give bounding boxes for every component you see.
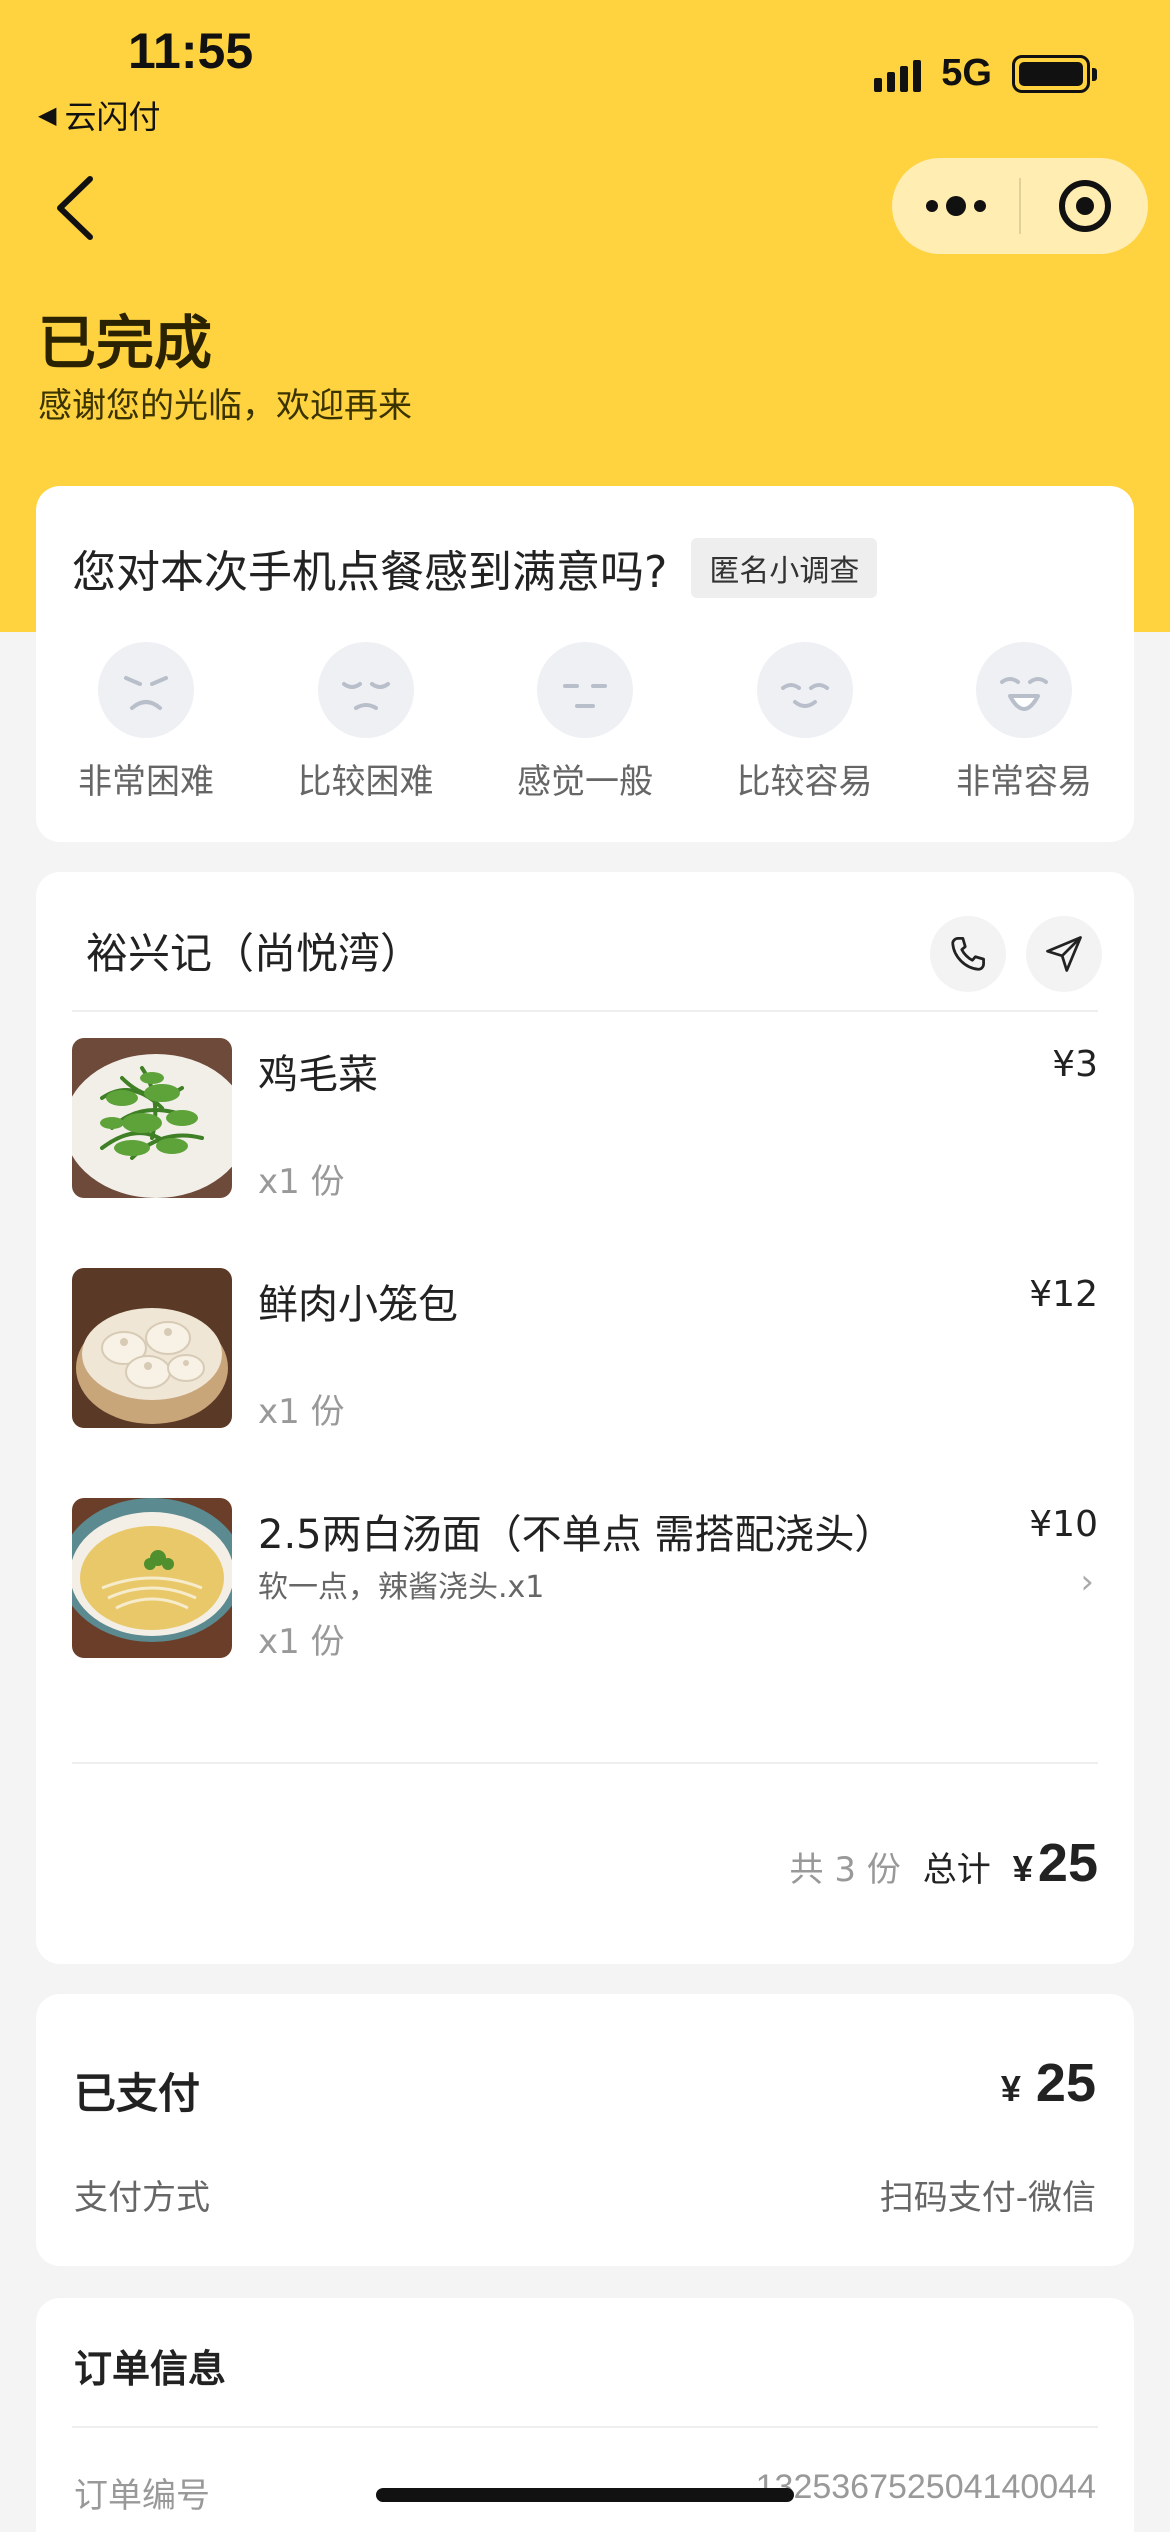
hard-face-icon [317, 642, 414, 738]
back-to-app-link[interactable]: ◀ 云闪付 [38, 92, 160, 138]
item-image [72, 1498, 232, 1658]
payment-method-label: 支付方式 [74, 2178, 210, 2218]
payment-amount: 25 [1035, 2053, 1096, 2113]
navigation-arrow-icon [1046, 936, 1082, 972]
item-note: 软一点，辣酱浇头.x1 [258, 1570, 545, 1605]
item-image [72, 1268, 232, 1428]
order-summary: 共 3 份 总计 ¥ 25 [790, 1832, 1098, 1894]
survey-option-hard[interactable]: 比较困难 [286, 642, 446, 803]
status-indicators: 5G [874, 52, 1097, 95]
item-price: ¥3 [1052, 1044, 1098, 1085]
back-triangle-icon: ◀ [38, 101, 57, 129]
navigate-button[interactable] [1026, 916, 1102, 992]
order-item[interactable]: 鸡毛菜 ¥3 x1 份 [72, 1038, 1098, 1202]
home-indicator[interactable] [376, 2488, 794, 2502]
order-item[interactable]: 鲜肉小笼包 ¥12 x1 份 [72, 1268, 1098, 1432]
survey-question-row: 您对本次手机点餐感到满意吗? 匿名小调查 [72, 536, 878, 600]
survey-option-easy[interactable]: 比较容易 [725, 642, 885, 803]
total-label: 总计 [922, 1850, 991, 1890]
divider [72, 1010, 1098, 1012]
payment-card: 已支付 ¥ 25 支付方式 扫码支付-微信 [36, 1994, 1134, 2266]
item-count: 共 3 份 [789, 1850, 901, 1890]
more-dots-icon [925, 196, 986, 216]
survey-option-very-easy[interactable]: 非常容易 [944, 642, 1104, 803]
page-subtitle: 感谢您的光临，欢迎再来 [38, 386, 412, 426]
total-amount: 25 [1037, 1833, 1098, 1893]
divider [72, 2426, 1098, 2428]
order-item[interactable]: 2.5两白汤面（不单点 需搭配浇头） ¥10 软一点，辣酱浇头.x1 › x1 … [72, 1498, 1098, 1662]
payment-amount-row: ¥ 25 [1001, 2052, 1096, 2114]
survey-tag: 匿名小调查 [691, 538, 878, 598]
survey-option-label: 比较容易 [736, 762, 873, 802]
call-shop-button[interactable] [930, 916, 1006, 992]
survey-card: 您对本次手机点餐感到满意吗? 匿名小调查 非常困难 比较困难 感觉一般 比较容易… [36, 486, 1134, 842]
back-button[interactable] [44, 170, 104, 246]
divider [72, 1762, 1098, 1764]
currency-symbol: ¥ [1012, 1848, 1033, 1889]
survey-option-very-hard[interactable]: 非常困难 [66, 642, 226, 803]
easy-face-icon [756, 642, 853, 738]
back-app-label: 云闪付 [64, 98, 161, 136]
survey-option-neutral[interactable]: 感觉一般 [505, 642, 665, 803]
survey-option-label: 非常容易 [956, 762, 1092, 802]
currency-symbol: ¥ [1000, 2068, 1021, 2109]
neutral-face-icon [537, 642, 633, 738]
close-miniprogram-button[interactable] [1021, 158, 1148, 254]
target-icon [1058, 180, 1111, 232]
chevron-right-icon[interactable]: › [1080, 1562, 1094, 1602]
order-number-label: 订单编号 [74, 2476, 210, 2516]
order-card: 裕兴记（尚悦湾） 鸡毛菜 ¥3 x1 份 鲜肉小笼包 ¥12 x1 份 2.5两… [36, 872, 1134, 1964]
payment-status: 已支付 [74, 2069, 201, 2118]
mini-program-capsule [892, 158, 1148, 254]
network-label: 5G [941, 52, 992, 94]
order-info-title: 订单信息 [74, 2347, 227, 2391]
order-number-value[interactable]: 132536752504140044 [756, 2468, 1096, 2507]
item-name: 鸡毛菜 [258, 1052, 378, 1098]
very-hard-face-icon [98, 642, 194, 738]
more-button[interactable] [892, 158, 1019, 254]
status-time: 11:55 [128, 23, 254, 79]
chevron-left-icon [57, 176, 93, 240]
shop-name[interactable]: 裕兴记（尚悦湾） [86, 920, 422, 981]
very-easy-face-icon [976, 642, 1072, 738]
page-title: 已完成 [38, 309, 213, 377]
item-qty: x1 份 [258, 1392, 345, 1432]
survey-option-label: 感觉一般 [517, 762, 653, 802]
phone-icon [951, 937, 985, 971]
survey-options: 非常困难 比较困难 感觉一般 比较容易 非常容易 [36, 642, 1134, 803]
item-price: ¥12 [1029, 1274, 1098, 1315]
survey-option-label: 比较困难 [297, 762, 434, 802]
item-qty: x1 份 [258, 1622, 345, 1662]
item-price: ¥10 [1029, 1504, 1098, 1545]
item-qty: x1 份 [258, 1162, 345, 1202]
item-name: 鲜肉小笼包 [258, 1282, 458, 1328]
battery-icon [1012, 54, 1097, 93]
survey-question: 您对本次手机点餐感到满意吗? [72, 547, 668, 598]
signal-icon [874, 56, 922, 92]
survey-option-label: 非常困难 [78, 762, 214, 802]
payment-method-value: 扫码支付-微信 [879, 2178, 1096, 2218]
item-image [72, 1038, 232, 1198]
item-name: 2.5两白汤面（不单点 需搭配浇头） [258, 1512, 895, 1558]
